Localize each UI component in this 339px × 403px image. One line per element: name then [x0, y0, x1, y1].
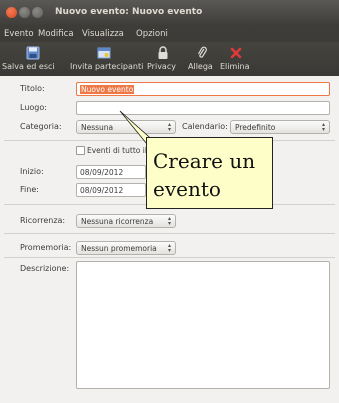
callout-box: Creare un evento — [146, 137, 273, 209]
callout-line-2: evento — [153, 177, 221, 201]
callout-line-1: Creare un — [153, 149, 256, 173]
